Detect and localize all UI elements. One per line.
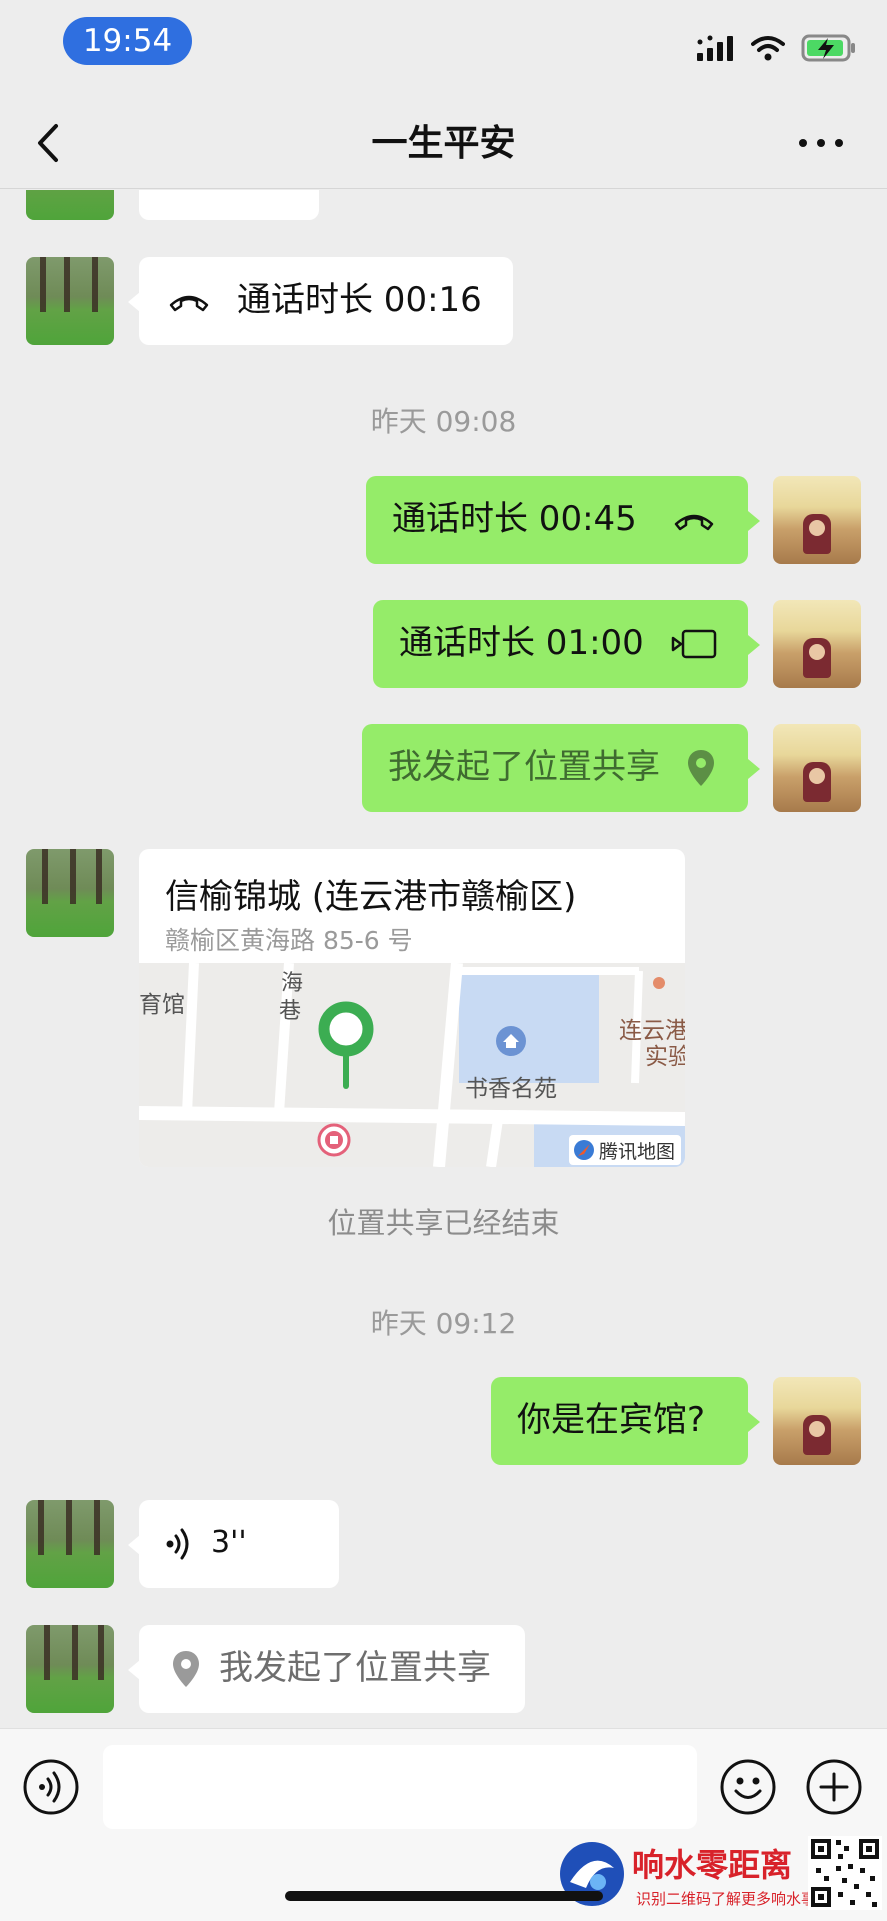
map-label: 实验 [645, 1044, 685, 1070]
location-share-text: 我发起了位置共享 [388, 747, 660, 787]
call-record-bubble[interactable]: 通话时长 00:16 [139, 257, 513, 345]
cellular-signal-icon [697, 35, 733, 61]
bubble-tail [748, 759, 760, 779]
phone-handset-icon [674, 514, 714, 531]
phone-handset-icon [169, 295, 209, 312]
map-preview: 育馆 海 巷 书香名苑 连云港 实验 腾讯地图 [139, 963, 685, 1167]
qr-code-icon [808, 1836, 882, 1910]
contact-avatar[interactable] [26, 849, 114, 937]
subway-icon [317, 1123, 351, 1157]
location-share-text: 我发起了位置共享 [219, 1648, 491, 1688]
location-pin-icon [688, 750, 714, 786]
location-share-bubble[interactable]: 我发起了位置共享 [362, 724, 748, 812]
poi-home-icon [496, 1026, 526, 1056]
status-time: 19:54 [63, 17, 192, 65]
emoji-icon [720, 1759, 776, 1815]
map-label: 书香名苑 [465, 1076, 557, 1102]
voice-wave-icon [166, 1528, 189, 1560]
nav-bar: 一生平安 [0, 100, 887, 188]
plus-circle-icon [806, 1759, 862, 1815]
nav-divider [0, 188, 887, 189]
wifi-icon [751, 36, 785, 61]
call-record-bubble[interactable]: 通话时长 00:45 [366, 476, 748, 564]
text-message-bubble[interactable]: 你是在宾馆? [491, 1377, 748, 1465]
contact-avatar[interactable] [26, 1500, 114, 1588]
system-message: 位置共享已经结束 [327, 1206, 560, 1240]
battery-charging-icon [801, 34, 855, 62]
tencent-map-logo-icon [574, 1140, 594, 1160]
bubble-tail [748, 1412, 760, 1432]
tencent-map-label: 腾讯地图 [599, 1140, 676, 1163]
watermark-slogan: 识别二维码了解更多响水事 [636, 1890, 817, 1908]
home-indicator[interactable] [285, 1891, 603, 1901]
bubble-tail [748, 511, 760, 531]
timestamp: 昨天 09:12 [370, 1307, 517, 1340]
map-label: 巷 [279, 999, 302, 1024]
voice-input-icon [23, 1759, 79, 1815]
location-pin-icon [173, 1651, 199, 1687]
map-marker-icon [318, 1001, 374, 1089]
voice-toggle-button[interactable] [22, 1758, 80, 1820]
location-title: 信榆锦城 (连云港市赣榆区) [165, 877, 577, 917]
tencent-map-badge: 腾讯地图 [569, 1135, 682, 1165]
video-camera-icon [671, 629, 717, 659]
more-actions-button[interactable] [805, 1758, 863, 1820]
call-record-bubble[interactable]: 通话时长 01:00 [373, 600, 748, 688]
my-avatar[interactable] [773, 476, 861, 564]
bubble-tail [748, 635, 760, 655]
call-duration-text: 通话时长 00:16 [237, 280, 482, 320]
location-address: 赣榆区黄海路 85-6 号 [165, 926, 413, 955]
call-duration-text: 通话时长 00:45 [392, 499, 637, 539]
message-input[interactable] [103, 1745, 697, 1829]
my-avatar[interactable] [773, 724, 861, 812]
location-card[interactable]: 信榆锦城 (连云港市赣榆区) 赣榆区黄海路 85-6 号 育馆 海 巷 书香名苑… [139, 849, 685, 1167]
emoji-button[interactable] [719, 1758, 777, 1820]
watermark: 响水零距离 识别二维码了解更多响水事 [556, 1836, 887, 1920]
timestamp: 昨天 09:08 [370, 405, 517, 438]
contact-avatar[interactable] [26, 257, 114, 345]
my-avatar[interactable] [773, 1377, 861, 1465]
location-share-bubble[interactable]: 我发起了位置共享 [139, 1625, 525, 1713]
call-duration-text: 通话时长 01:00 [399, 623, 644, 663]
my-avatar[interactable] [773, 600, 861, 688]
more-button[interactable] [791, 118, 851, 168]
map-label: 育馆 [139, 992, 185, 1018]
voice-message-bubble[interactable]: 3'' [139, 1500, 339, 1588]
voice-duration: 3'' [211, 1525, 247, 1560]
contact-avatar[interactable] [26, 1625, 114, 1713]
watermark-brand: 响水零距离 [632, 1846, 793, 1884]
chat-title: 一生平安 [371, 123, 516, 164]
message-text: 你是在宾馆? [517, 1400, 706, 1440]
status-icons [697, 28, 857, 68]
more-dots-icon [799, 139, 843, 147]
